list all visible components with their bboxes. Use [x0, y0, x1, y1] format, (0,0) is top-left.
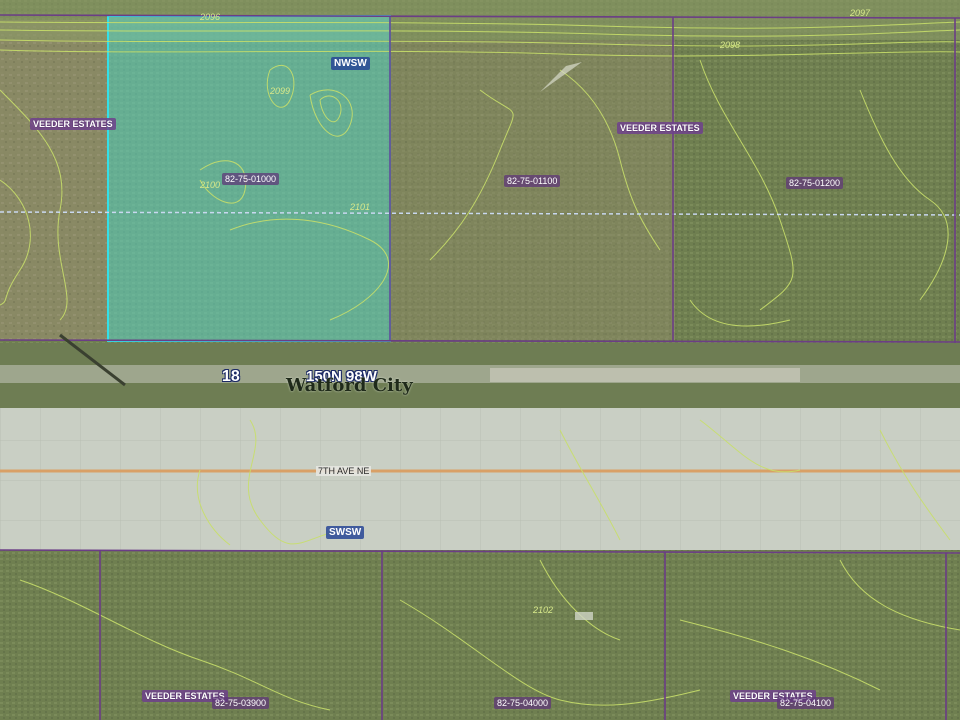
map-view[interactable]: VEEDER ESTATES VEEDER ESTATES VEEDER EST… — [0, 0, 960, 720]
parcel-label-01000[interactable]: 82-75-01000 — [222, 173, 280, 185]
city-label: Watford City — [286, 375, 413, 396]
quarter-label-nwsw: NWSW — [331, 57, 370, 70]
field-middle-bare — [390, 40, 675, 340]
contour-label: 2099 — [270, 86, 291, 96]
parcel-label-04100[interactable]: 82-75-04100 — [777, 697, 835, 709]
parcel-label-01200[interactable]: 82-75-01200 — [786, 177, 844, 189]
quarter-label-swsw: SWSW — [326, 526, 365, 539]
contour-label: 2101 — [350, 202, 371, 212]
subdivision-label-veeder-estates-ne: VEEDER ESTATES — [617, 122, 703, 134]
contour-label: 2102 — [533, 605, 554, 615]
frontage-road — [0, 365, 960, 383]
parcel-label-04000[interactable]: 82-75-04000 — [494, 697, 552, 709]
field-west-bare — [0, 20, 108, 340]
parcel-label-01100[interactable]: 82-75-01100 — [504, 175, 561, 187]
contour-label: 2098 — [720, 40, 741, 50]
parcel-label-03900[interactable]: 82-75-03900 — [212, 697, 270, 709]
subdivision-label-veeder-estates-nw: VEEDER ESTATES — [30, 118, 116, 130]
contour-label: 2097 — [850, 8, 871, 18]
light-patch — [490, 368, 800, 382]
contour-label: 2096 — [200, 12, 221, 22]
aerial-imagery — [0, 0, 960, 720]
section-number-label: 18 — [222, 368, 240, 385]
small-building — [575, 612, 593, 620]
road-surface — [0, 408, 960, 550]
contour-label: 2100 — [200, 180, 221, 190]
road-label-7th-ave-ne: 7TH AVE NE — [316, 466, 372, 476]
